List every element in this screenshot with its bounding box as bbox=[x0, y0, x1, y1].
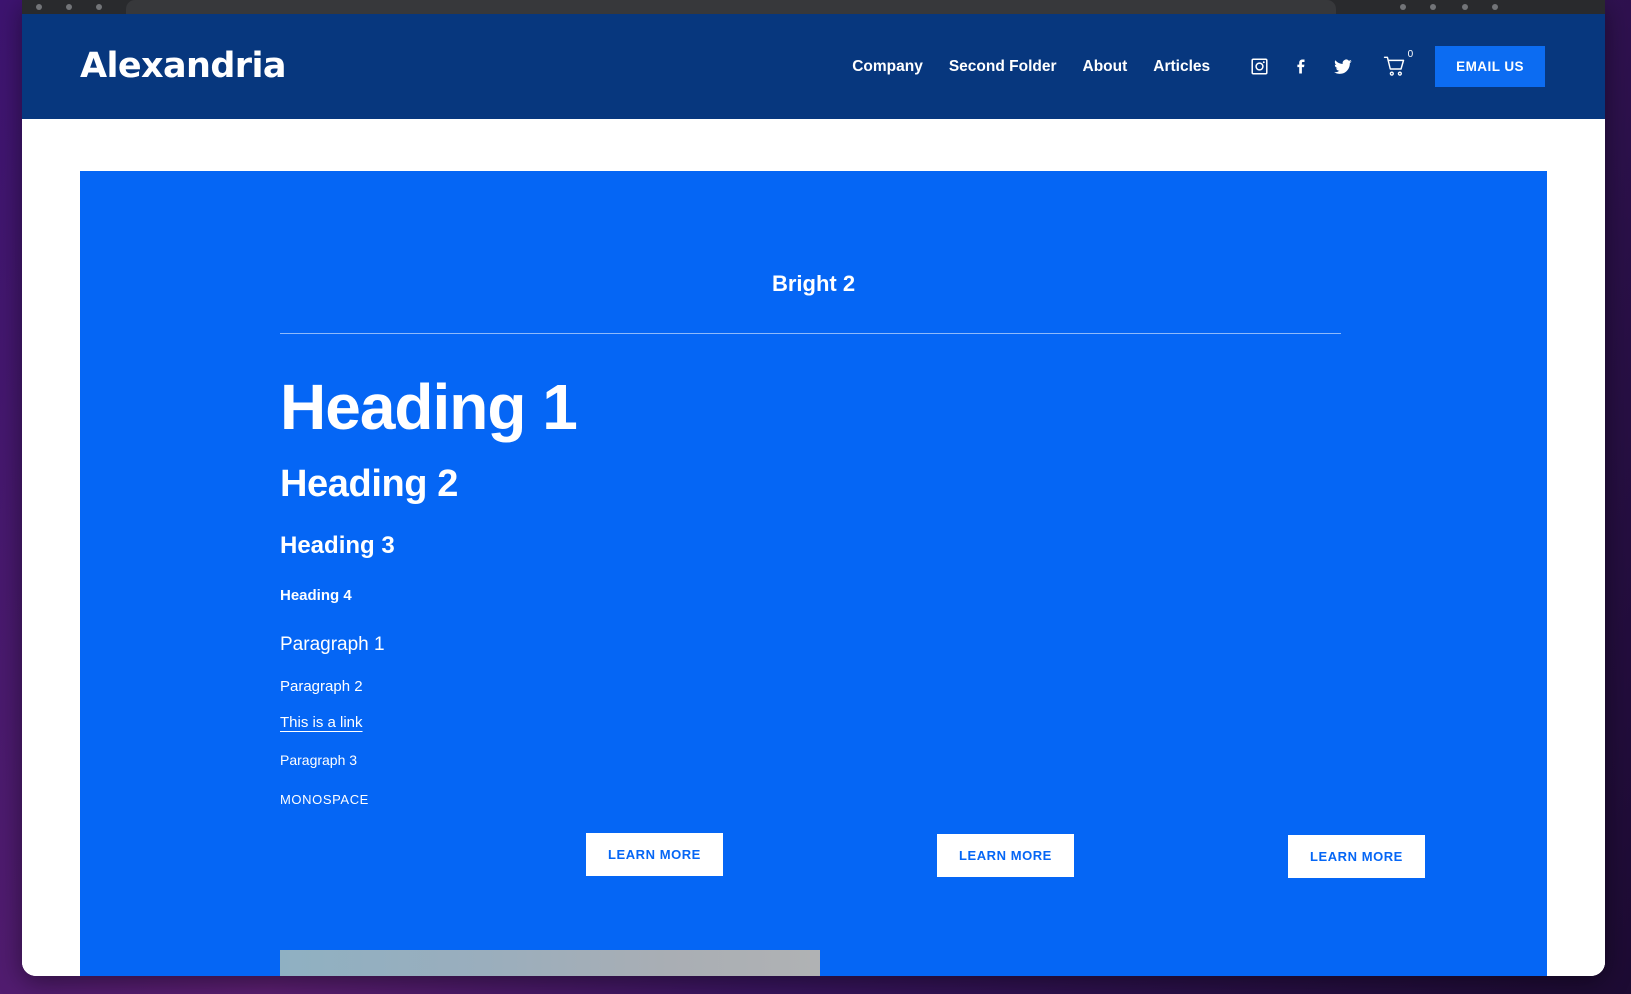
heading-4: Heading 4 bbox=[280, 587, 352, 605]
brand-logo[interactable]: Alexandria bbox=[80, 49, 286, 84]
profile-icon[interactable] bbox=[1462, 4, 1468, 10]
primary-navigation: Company Second Folder About Articles 0 E… bbox=[839, 46, 1545, 87]
text-link[interactable]: This is a link bbox=[280, 714, 363, 731]
instagram-icon[interactable] bbox=[1249, 57, 1269, 77]
paragraph-1: Paragraph 1 bbox=[280, 634, 385, 656]
monospace-text: MONOSPACE bbox=[280, 792, 369, 808]
page-body: Bright 2 Heading 1 Heading 2 Heading 3 H… bbox=[22, 119, 1605, 976]
heading-1: Heading 1 bbox=[280, 371, 578, 443]
nav-link-company[interactable]: Company bbox=[839, 58, 936, 76]
browser-chrome bbox=[22, 0, 1605, 14]
bookmark-icon[interactable] bbox=[1430, 4, 1436, 10]
nav-link-second-folder[interactable]: Second Folder bbox=[936, 58, 1070, 76]
paragraph-2: Paragraph 2 bbox=[280, 678, 363, 696]
site-header: Alexandria Company Second Folder About A… bbox=[22, 14, 1605, 119]
learn-more-button-1[interactable]: LEARN MORE bbox=[586, 833, 723, 877]
page-viewport: Alexandria Company Second Folder About A… bbox=[22, 14, 1605, 976]
nav-link-about[interactable]: About bbox=[1070, 58, 1141, 76]
cart-count-badge: 0 bbox=[1407, 48, 1414, 60]
content-panel: Bright 2 Heading 1 Heading 2 Heading 3 H… bbox=[80, 171, 1547, 976]
gradient-bar bbox=[280, 950, 820, 976]
heading-3: Heading 3 bbox=[280, 532, 395, 560]
browser-window: Alexandria Company Second Folder About A… bbox=[22, 0, 1605, 976]
forward-icon[interactable] bbox=[66, 4, 72, 10]
typography-stack: Heading 1 Heading 2 Heading 3 Heading 4 … bbox=[80, 334, 1547, 903]
learn-more-button-2[interactable]: LEARN MORE bbox=[937, 834, 1074, 878]
extensions-icon[interactable] bbox=[1400, 4, 1406, 10]
learn-more-button-3[interactable]: LEARN MORE bbox=[1288, 835, 1425, 879]
panel-title: Bright 2 bbox=[771, 271, 856, 296]
heading-2: Heading 2 bbox=[280, 463, 458, 506]
shopping-cart-icon[interactable]: 0 bbox=[1381, 49, 1413, 79]
facebook-icon[interactable] bbox=[1291, 57, 1311, 77]
menu-icon[interactable] bbox=[1492, 4, 1498, 10]
back-icon[interactable] bbox=[36, 4, 42, 10]
desktop-background: Alexandria Company Second Folder About A… bbox=[0, 0, 1631, 994]
nav-link-articles[interactable]: Articles bbox=[1140, 58, 1223, 76]
social-icon-group bbox=[1249, 57, 1353, 77]
button-row: LEARN MORE LEARN MORE LEARN MORE bbox=[280, 833, 1547, 903]
twitter-icon[interactable] bbox=[1333, 57, 1353, 77]
email-us-button[interactable]: EMAIL US bbox=[1435, 46, 1545, 87]
reload-icon[interactable] bbox=[96, 4, 102, 10]
paragraph-3: Paragraph 3 bbox=[280, 752, 358, 769]
browser-tab[interactable] bbox=[126, 0, 1336, 14]
